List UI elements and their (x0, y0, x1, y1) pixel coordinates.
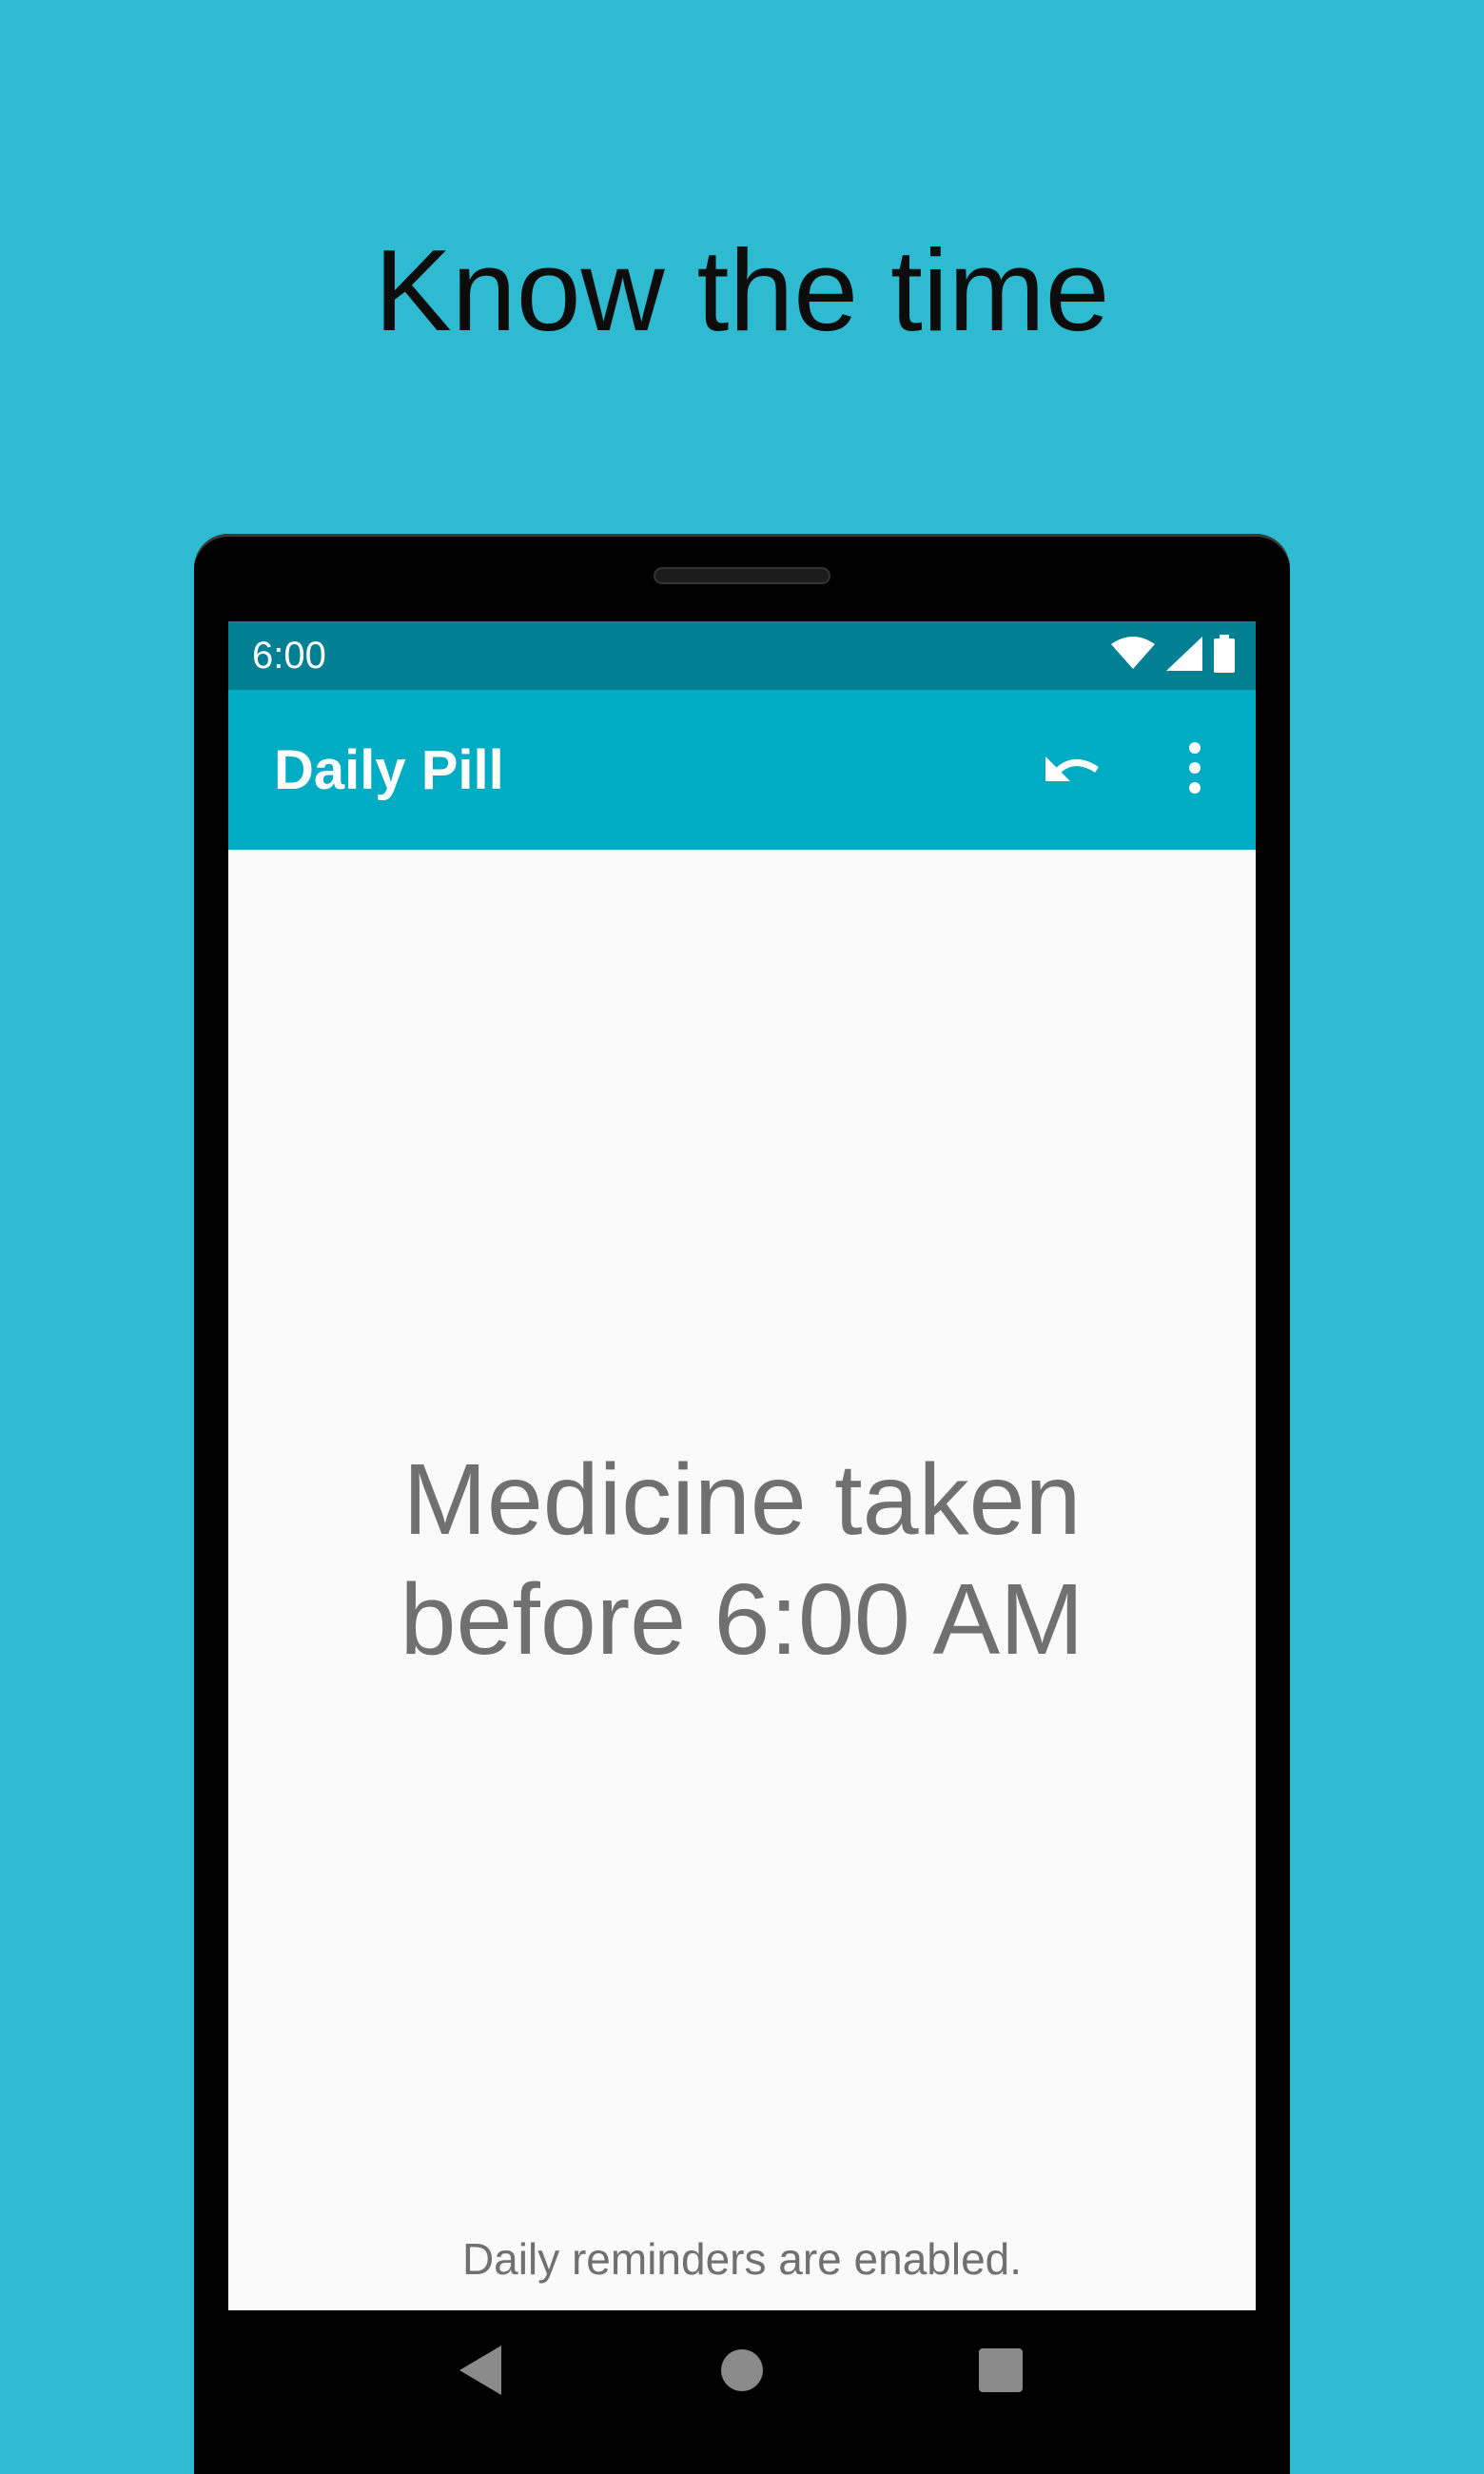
app-title: Daily Pill (274, 739, 504, 801)
phone-speaker (654, 567, 830, 584)
status-time: 6:00 (252, 635, 326, 677)
status-bar: 6:00 (228, 621, 1256, 690)
navigation-bar (194, 2310, 1290, 2474)
more-vert-icon (1187, 741, 1202, 798)
main-content: Medicine taken before 6:00 AM Daily remi… (228, 850, 1256, 2310)
phone-screen: 6:00 Daily Pill Medicine taken before 6:… (228, 621, 1256, 2310)
undo-button[interactable] (1035, 732, 1111, 808)
medicine-status-message: Medicine taken before 6:00 AM (228, 1440, 1256, 1679)
medicine-status-line2: before 6:00 AM (400, 1563, 1084, 1676)
back-button[interactable] (424, 2310, 538, 2434)
back-icon (459, 2346, 503, 2399)
app-bar: Daily Pill (228, 690, 1256, 850)
wifi-icon (1111, 637, 1155, 675)
more-options-button[interactable] (1166, 732, 1223, 808)
undo-icon (1042, 749, 1104, 791)
home-button[interactable] (685, 2310, 799, 2434)
reminders-status-text: Daily reminders are enabled. (461, 2234, 1023, 2284)
battery-icon (1214, 635, 1235, 677)
recents-icon (979, 2348, 1023, 2396)
home-icon (720, 2348, 764, 2396)
phone-frame: 6:00 Daily Pill Medicine taken before 6:… (194, 534, 1290, 2474)
status-icons (1111, 635, 1235, 677)
medicine-status-line1: Medicine taken (402, 1443, 1082, 1556)
promo-headline: Know the time (374, 226, 1110, 355)
recents-button[interactable] (944, 2310, 1058, 2434)
promo-page: Know the time 6:00 Daily Pill Medicine t… (0, 0, 1484, 2474)
cellular-signal-icon (1166, 637, 1202, 675)
